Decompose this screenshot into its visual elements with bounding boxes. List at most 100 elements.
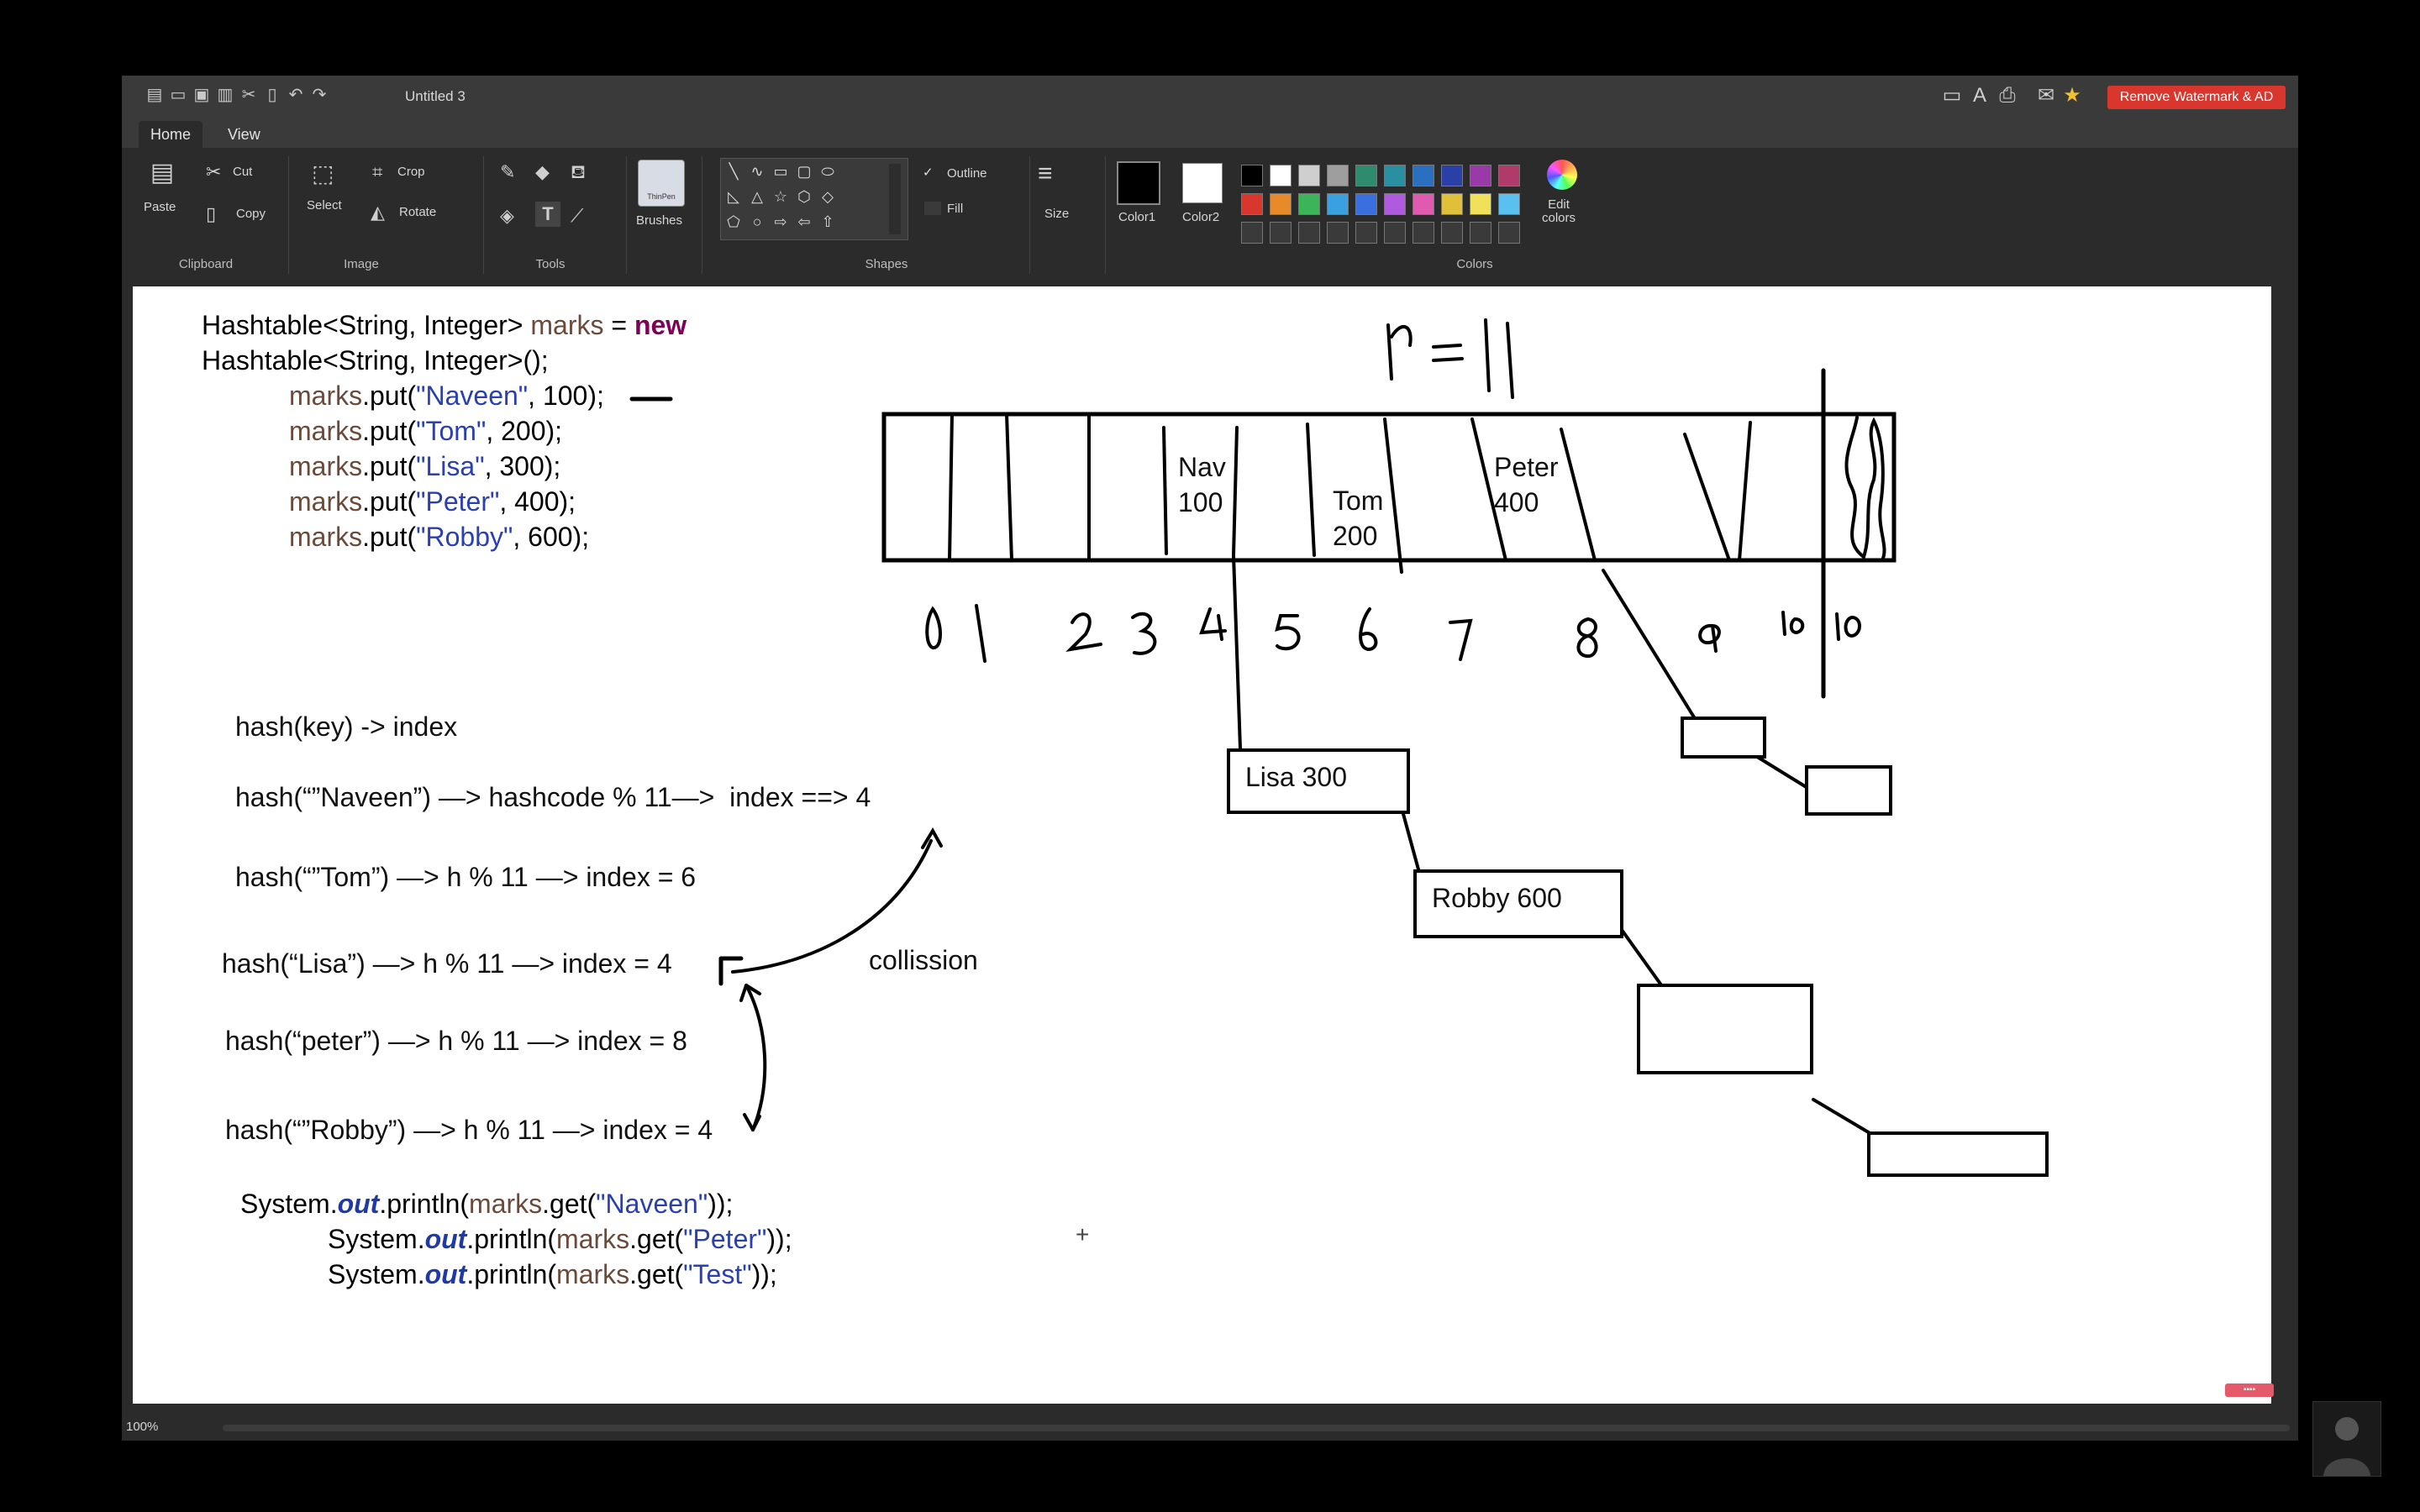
color1-swatch[interactable] [1117,161,1160,205]
line-shape-icon[interactable]: ╲ [723,160,744,182]
crop-icon[interactable]: ⌗ [372,161,382,183]
brushes-button[interactable]: Brushes [636,213,682,228]
palette-swatch[interactable] [1327,222,1349,244]
palette-swatch[interactable] [1241,165,1263,186]
pen-stroke [1484,318,1514,399]
palette-swatch[interactable] [1498,193,1520,215]
select-icon[interactable]: ⬚ [312,160,334,187]
triangle-shape-icon[interactable]: △ [746,186,768,207]
size-button[interactable]: Size [1044,207,1069,221]
palette-swatch[interactable] [1355,165,1377,186]
palette-swatch[interactable] [1298,222,1320,244]
tab-home[interactable]: Home [139,121,203,148]
zoom-level[interactable]: 100% [126,1420,158,1434]
hexagon-shape-icon[interactable]: ⬡ [793,186,815,207]
edit-colors-button[interactable]: Edit colors [1542,198,1576,225]
paste-button[interactable]: Paste [144,200,176,214]
curve-shape-icon[interactable]: ∿ [746,160,768,182]
save-icon[interactable]: ▣ [192,86,211,104]
palette-swatch[interactable] [1270,193,1292,215]
rotate-button[interactable]: Rotate [399,205,436,219]
fill-dropdown[interactable]: Fill [947,202,963,216]
remove-watermark-button[interactable]: Remove Watermark & AD [2107,86,2286,109]
palette-swatch[interactable] [1270,222,1292,244]
palette-swatch[interactable] [1327,165,1349,186]
paint-bucket-icon[interactable]: ◈ [500,205,514,227]
palette-swatch[interactable] [1298,165,1320,186]
palette-swatch[interactable] [1384,193,1406,215]
open-folder-icon[interactable]: ▭ [169,86,187,104]
scissors-icon[interactable]: ✂ [239,86,258,104]
brush-thumbnail[interactable]: ThinPen [638,160,685,207]
palette-swatch[interactable] [1498,165,1520,186]
outline-dropdown[interactable]: Outline [947,166,987,181]
octagon-shape-icon[interactable]: ○ [746,211,768,233]
palette-swatch[interactable] [1384,165,1406,186]
save-as-icon[interactable]: ▥ [216,86,234,104]
clipboard-icon[interactable]: ▯ [263,86,281,104]
crop-button[interactable]: Crop [397,165,425,179]
paste-icon[interactable]: ▤ [147,158,177,188]
palette-swatch[interactable] [1241,222,1263,244]
ellipse-shape-icon[interactable]: ⬭ [817,160,839,182]
text-tool-icon[interactable]: T [535,202,560,227]
tab-view[interactable]: View [216,121,272,148]
palette-swatch[interactable] [1413,165,1434,186]
copy-button[interactable]: Copy [236,207,266,221]
rounded-rectangle-shape-icon[interactable]: ▢ [793,160,815,182]
palette-swatch[interactable] [1241,193,1263,215]
copy-icon[interactable]: ▯ [206,203,216,225]
palette-swatch[interactable] [1355,193,1377,215]
palette-swatch[interactable] [1270,165,1292,186]
drawing-canvas[interactable]: Hashtable<String, Integer> marks = new H… [133,286,2274,1404]
pencil-icon[interactable]: ✎ [500,161,515,183]
palette-swatch[interactable] [1441,222,1463,244]
color-picker-icon[interactable]: ⟋ [571,205,583,227]
palette-swatch[interactable] [1413,193,1434,215]
star-shape-icon[interactable]: ☆ [770,186,792,207]
redo-icon[interactable]: ↷ [310,86,329,104]
palette-swatch[interactable] [1355,222,1377,244]
window-layout-icon[interactable]: ▭ [1939,84,1965,108]
print-icon[interactable]: ⎙ [1995,84,2020,108]
pentagon-shape-icon[interactable]: ⬠ [723,211,744,233]
color1-label[interactable]: Color1 [1118,210,1155,224]
mail-icon[interactable]: ✉ [2033,84,2059,108]
size-lines-icon[interactable]: ≡ [1038,160,1053,188]
new-file-icon[interactable]: ▤ [145,86,164,104]
cut-icon[interactable]: ✂ [206,161,221,183]
right-triangle-shape-icon[interactable]: ◺ [723,186,744,207]
palette-swatch[interactable] [1470,193,1491,215]
palette-swatch[interactable] [1470,165,1491,186]
outline-checkmark-icon[interactable]: ✓ [923,165,934,180]
color2-label[interactable]: Color2 [1182,210,1219,224]
rotate-icon[interactable]: ◭ [371,202,385,223]
color2-swatch[interactable] [1182,163,1223,203]
vertical-scrollbar[interactable] [2283,281,2298,1416]
rectangle-shape-icon[interactable]: ▭ [770,160,792,182]
undo-icon[interactable]: ↶ [287,86,305,104]
palette-swatch[interactable] [1498,222,1520,244]
arrow-up-shape-icon[interactable]: ⇧ [817,211,839,233]
palette-swatch[interactable] [1384,222,1406,244]
palette-swatch[interactable] [1327,193,1349,215]
cut-button[interactable]: Cut [233,165,252,179]
palette-swatch[interactable] [1441,165,1463,186]
eraser-icon[interactable]: ◆ [535,161,550,183]
select-button[interactable]: Select [307,198,342,213]
palette-swatch[interactable] [1470,222,1491,244]
horizontal-scrollbar[interactable] [223,1425,2290,1431]
pen-stroke [1199,607,1227,641]
diamond-shape-icon[interactable]: ◇ [817,186,839,207]
arrow-right-shape-icon[interactable]: ⇨ [770,211,792,233]
fill-swatch[interactable] [924,202,941,215]
palette-swatch[interactable] [1298,193,1320,215]
fill-bucket-icon[interactable]: ⛾ [571,161,586,186]
star-icon[interactable]: ★ [2060,84,2085,108]
palette-swatch[interactable] [1441,193,1463,215]
font-icon[interactable]: A [1967,84,1992,108]
palette-swatch[interactable] [1413,222,1434,244]
arrow-left-shape-icon[interactable]: ⇦ [793,211,815,233]
shapes-scrollbar[interactable] [889,164,901,234]
edit-colors-icon[interactable] [1547,160,1577,190]
